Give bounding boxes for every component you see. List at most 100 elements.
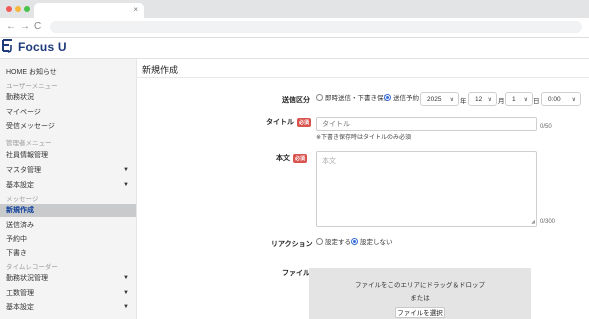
sidebar-item-label: 基本設定: [6, 304, 34, 311]
title-char-count: 0/50: [540, 124, 552, 130]
sidebar-item-label: 受信メッセージ: [6, 123, 55, 130]
browser-tab[interactable]: ×: [34, 3, 144, 18]
resize-handle-icon[interactable]: ◢: [531, 219, 535, 225]
body-textarea[interactable]: 本文 ◢: [316, 151, 537, 227]
forward-icon[interactable]: →: [20, 21, 30, 33]
chevron-down-icon: ∨: [523, 97, 528, 103]
focus-u-logo-icon[interactable]: [2, 39, 14, 53]
sidebar-item-mypage[interactable]: マイページ: [6, 107, 131, 118]
choose-file-button[interactable]: ファイルを選択: [395, 307, 445, 318]
page-title: 新規作成: [142, 65, 179, 75]
sidebar-group-message: メッセージ: [6, 196, 39, 203]
radio-button-selected[interactable]: [351, 238, 358, 245]
chevron-down-icon: ▼: [123, 167, 129, 173]
title-field-label: タイトル 必須: [266, 117, 312, 127]
sidebar-item-attendance-mgmt[interactable]: 勤務状況管理 ▼: [6, 273, 131, 284]
sidebar-item-label: 予約中: [6, 236, 27, 243]
chevron-down-icon: ▼: [123, 290, 129, 296]
drop-or-text: または: [410, 295, 430, 302]
browser-nav-bar: ← → C: [0, 18, 589, 38]
radio-button[interactable]: [316, 238, 323, 245]
reload-icon[interactable]: C: [34, 21, 41, 33]
sidebar-item-label: 下書き: [6, 250, 27, 257]
chevron-down-icon: ▼: [123, 275, 129, 281]
sidebar: HOME お知らせ ユーザーメニュー 勤務状況 マイページ 受信メッセージ 管理…: [0, 59, 137, 319]
body-field-label: 本文 必須: [276, 153, 308, 163]
sidebar-group-timerecorder: タイムレコーダー: [6, 264, 58, 271]
chevron-down-icon: ▼: [123, 182, 129, 188]
file-drop-zone[interactable]: ファイルをこのエリアにドラッグ＆ドロップ または ファイルを選択: [309, 268, 531, 319]
time-value: 0:00: [548, 96, 561, 103]
send-type-label: 送信区分: [282, 97, 310, 104]
radio-label: 即時送信・下書き保存: [325, 95, 390, 102]
day-select[interactable]: 1 ∨: [505, 92, 533, 106]
sidebar-item-new-message[interactable]: 新規作成: [6, 205, 131, 216]
title-divider: [136, 77, 589, 78]
sidebar-item-label: 新規作成: [6, 207, 34, 214]
radio-label: 設定しない: [360, 239, 393, 246]
chevron-down-icon: ▼: [123, 304, 129, 310]
window-maximize-icon[interactable]: [24, 6, 30, 12]
tab-close-icon[interactable]: ×: [133, 4, 138, 16]
required-badge: 必須: [297, 117, 312, 127]
body-char-count: 0/300: [540, 219, 556, 225]
sidebar-item-label: 勤務状況: [6, 94, 34, 101]
month-unit: 月: [498, 98, 505, 105]
day-unit: 日: [533, 98, 540, 105]
year-select[interactable]: 2025 ∨: [420, 92, 459, 106]
year-unit: 年: [460, 98, 467, 105]
sidebar-item-label: 基本設定: [6, 182, 34, 189]
sidebar-item-label: 社員情報管理: [6, 152, 48, 159]
body-placeholder: 本文: [322, 158, 336, 165]
radio-button-selected[interactable]: [384, 94, 391, 101]
radio-immediate[interactable]: 即時送信・下書き保存: [316, 94, 390, 104]
sidebar-item-sent[interactable]: 送信済み: [6, 220, 131, 231]
time-select[interactable]: 0:00 ∨: [541, 92, 581, 106]
required-badge: 必須: [293, 153, 308, 163]
sidebar-item-label: HOME お知らせ: [6, 69, 57, 76]
address-bar[interactable]: [50, 21, 582, 33]
back-icon[interactable]: ←: [6, 21, 16, 33]
window-close-icon[interactable]: [6, 6, 12, 12]
sidebar-item-employees[interactable]: 社員情報管理: [6, 150, 131, 161]
sidebar-item-label: マイページ: [6, 109, 41, 116]
drop-instruction: ファイルをこのエリアにドラッグ＆ドロップ: [355, 282, 485, 289]
sidebar-item-tr-basic-settings[interactable]: 基本設定 ▼: [6, 302, 131, 313]
body-label-text: 本文: [276, 155, 290, 162]
sidebar-item-label: 送信済み: [6, 222, 34, 229]
radio-reaction-off[interactable]: 設定しない: [351, 238, 393, 248]
day-value: 1: [512, 96, 516, 103]
chevron-down-icon: ∨: [449, 97, 454, 103]
sidebar-item-home[interactable]: HOME お知らせ: [6, 67, 131, 78]
month-value: 12: [475, 96, 483, 103]
sidebar-item-attendance[interactable]: 勤務状況: [6, 92, 131, 103]
sidebar-item-drafts[interactable]: 下書き: [6, 248, 131, 259]
reaction-label: リアクション: [271, 241, 313, 248]
radio-scheduled[interactable]: 送信予約: [384, 94, 419, 104]
sidebar-group-admin: 管理者メニュー: [6, 140, 52, 147]
app-header: Focus U: [0, 38, 589, 59]
sidebar-item-label: 工数管理: [6, 290, 34, 297]
sidebar-item-inbox[interactable]: 受信メッセージ: [6, 121, 131, 132]
sidebar-group-user: ユーザーメニュー: [6, 83, 58, 90]
sidebar-item-label: マスタ管理: [6, 167, 41, 174]
title-label-text: タイトル: [266, 119, 294, 126]
radio-button[interactable]: [316, 94, 323, 101]
title-input[interactable]: [316, 117, 537, 131]
chevron-down-icon: ∨: [571, 97, 576, 103]
year-value: 2025: [427, 96, 442, 103]
window-minimize-icon[interactable]: [15, 6, 21, 12]
sidebar-item-scheduled[interactable]: 予約中: [6, 234, 131, 245]
month-select[interactable]: 12 ∨: [468, 92, 497, 106]
title-note: ※下書き保存時はタイトルのみ必須: [316, 135, 412, 141]
file-label: ファイル: [282, 270, 310, 277]
sidebar-item-basic-settings[interactable]: 基本設定 ▼: [6, 180, 131, 191]
sidebar-item-label: 勤務状況管理: [6, 275, 48, 282]
browser-tab-bar: ×: [0, 0, 589, 18]
sidebar-item-master[interactable]: マスタ管理 ▼: [6, 165, 131, 176]
radio-label: 送信予約: [393, 95, 419, 102]
chevron-down-icon: ∨: [487, 97, 492, 103]
app-logo-text[interactable]: Focus U: [18, 40, 67, 54]
radio-reaction-on[interactable]: 設定する: [316, 238, 351, 248]
sidebar-item-manhours[interactable]: 工数管理 ▼: [6, 288, 131, 299]
